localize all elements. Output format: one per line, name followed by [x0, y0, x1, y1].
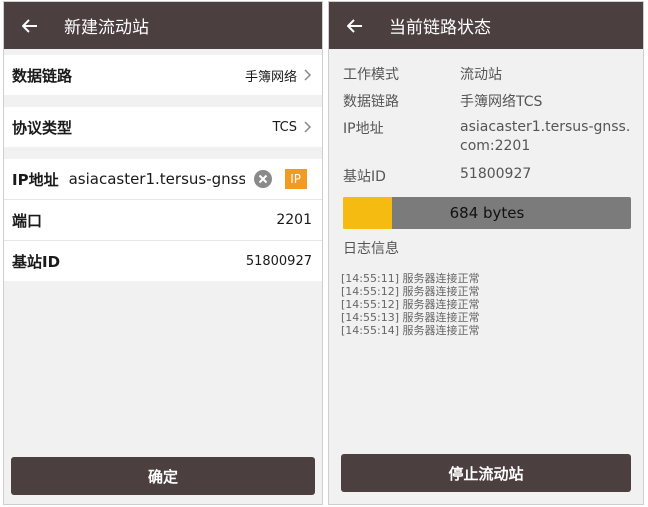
- data-link-value: 手簿网络TCS: [460, 94, 543, 110]
- header-bar: 新建流动站: [4, 2, 322, 49]
- ip-input[interactable]: asiacaster1.tersus-gnss.cc: [69, 170, 245, 188]
- base-id-label: 基站ID: [343, 169, 386, 185]
- data-link-label: 数据链路: [343, 94, 399, 110]
- base-id-row: 基站ID 51800927: [4, 241, 322, 281]
- back-arrow-icon[interactable]: [347, 18, 363, 34]
- stop-rover-button[interactable]: 停止流动站: [341, 454, 631, 492]
- page-title: 当前链路状态: [389, 18, 491, 38]
- protocol-value: TCS: [272, 119, 297, 135]
- back-arrow-icon[interactable]: [22, 18, 38, 34]
- mode-value: 流动站: [460, 67, 502, 83]
- log-line: [14:55:13] 服务器连接正常: [341, 311, 480, 324]
- data-link-value: 手簿网络: [244, 69, 297, 85]
- progress-text: 684 bytes: [449, 204, 525, 222]
- data-link-label: 数据链路: [12, 66, 73, 85]
- new-rover-screen: 新建流动站 数据链路 手簿网络 协议类型 TCS IP地址 asiacaster…: [3, 1, 323, 505]
- page-title: 新建流动站: [64, 18, 149, 38]
- confirm-button[interactable]: 确定: [11, 457, 315, 495]
- data-progress-bar: 684 bytes: [343, 197, 631, 229]
- base-id-value: 51800927: [460, 166, 532, 182]
- ip-label: IP地址: [343, 121, 384, 137]
- log-line: [14:55:12] 服务器连接正常: [341, 285, 480, 298]
- ip-value: asiacaster1.tersus-gnss.com:2201: [460, 119, 631, 154]
- mode-label: 工作模式: [343, 67, 399, 83]
- log-line: [14:55:11] 服务器连接正常: [341, 272, 480, 285]
- header-bar: 当前链路状态: [329, 2, 643, 49]
- port-row: 端口 2201: [4, 200, 322, 240]
- ip-badge-button[interactable]: IP: [284, 169, 307, 189]
- clear-icon[interactable]: [253, 169, 273, 189]
- chevron-right-icon: [304, 69, 312, 81]
- port-input[interactable]: 2201: [276, 212, 312, 228]
- chevron-right-icon: [304, 121, 312, 133]
- ip-row: IP地址 asiacaster1.tersus-gnss.cc IP: [4, 159, 322, 199]
- base-id-input[interactable]: 51800927: [246, 254, 312, 269]
- base-id-label: 基站ID: [12, 252, 61, 271]
- log-line: [14:55:14] 服务器连接正常: [341, 324, 480, 337]
- protocol-label: 协议类型: [12, 118, 73, 137]
- port-label: 端口: [12, 211, 43, 230]
- ip-label: IP地址: [12, 170, 59, 189]
- log-title: 日志信息: [343, 241, 399, 257]
- protocol-row[interactable]: 协议类型 TCS: [4, 107, 322, 147]
- data-link-row[interactable]: 数据链路 手簿网络: [4, 55, 322, 95]
- log-line: [14:55:12] 服务器连接正常: [341, 298, 480, 311]
- link-status-screen: 当前链路状态 工作模式 流动站 数据链路 手簿网络TCS IP地址 asiaca…: [328, 1, 644, 505]
